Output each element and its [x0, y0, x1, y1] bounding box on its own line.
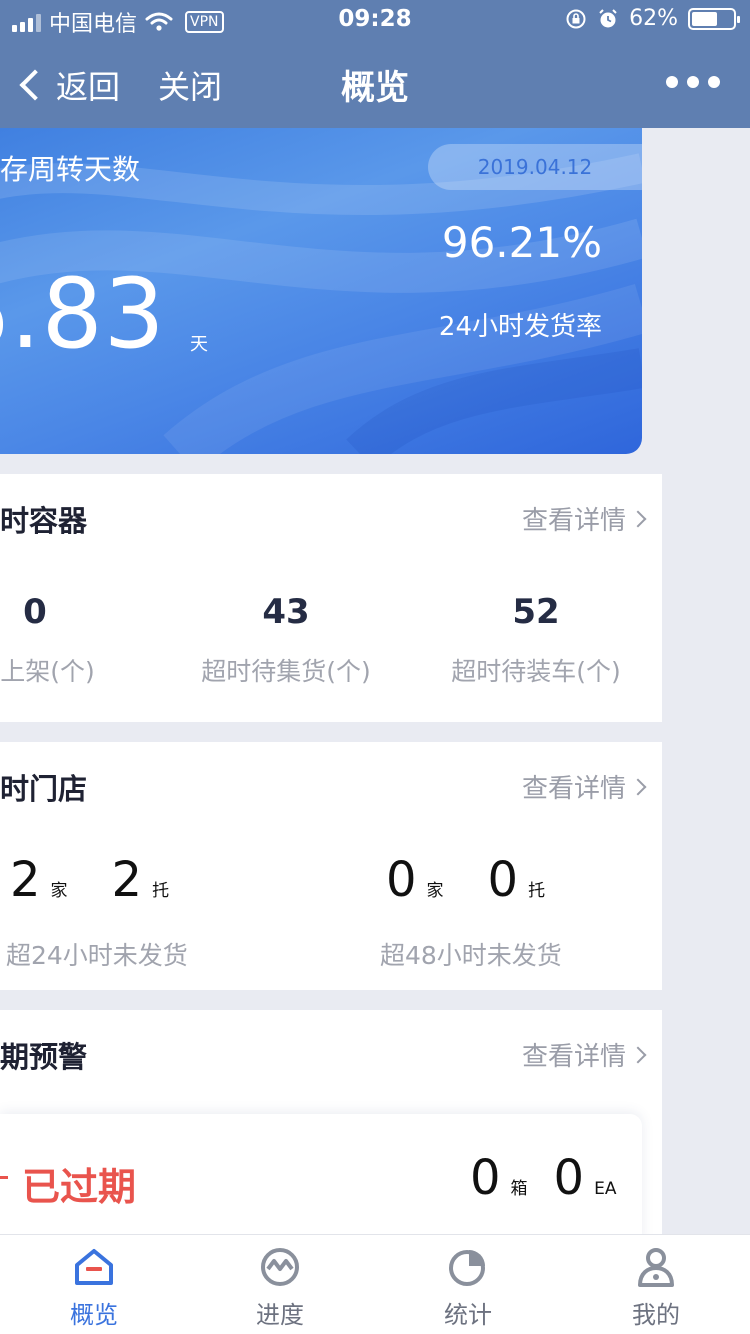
alarm-icon: [599, 8, 617, 27]
view-details-label: 查看详情: [521, 1042, 626, 1072]
tab-progress[interactable]: 进度: [220, 1247, 340, 1330]
status-bar: 中国电信 VPN 09:28 62%: [0, 0, 750, 40]
expired-marker: [0, 1176, 8, 1179]
page-title: 概览: [341, 68, 409, 108]
tab-label: 概览: [70, 1301, 118, 1329]
stat-label: 超时待集货(个): [201, 657, 371, 686]
pie-chart-icon: [449, 1250, 485, 1286]
expiry-warning-card: 期预警 查看详情 已过期 0 箱 0 EA: [0, 1010, 662, 1234]
chevron-right-icon: [629, 1046, 647, 1063]
stat-value: 43: [262, 592, 310, 632]
tab-overview[interactable]: 概览: [34, 1247, 154, 1330]
timeout-stores-card: 时门店 查看详情 2 家 2 托 超24小时未发货 0 家 0 托 超48小时未…: [0, 742, 662, 990]
stat-value: 52: [512, 592, 560, 632]
date-badge[interactable]: 2019.04.12: [428, 144, 642, 190]
ship-label-48h: 超48小时未发货: [380, 941, 562, 970]
view-details-link[interactable]: 查看详情: [521, 1036, 647, 1073]
stores-unit: 家: [50, 881, 68, 901]
shipping-rate-label: 24小时发货率: [438, 312, 602, 342]
expired-quantity: 0 箱 0 EA: [470, 1150, 616, 1206]
user-icon: [638, 1248, 674, 1287]
turnover-days-value: 6.83: [0, 258, 166, 370]
view-details-link[interactable]: 查看详情: [521, 500, 647, 537]
pallets-count: 2: [111, 852, 143, 908]
view-details-link[interactable]: 查看详情: [521, 768, 647, 805]
stores-count: 2: [10, 852, 41, 908]
tab-bar: 概览 进度 统计 我的: [0, 1234, 750, 1334]
turnover-days-unit: 天: [190, 334, 208, 355]
more-icon[interactable]: [666, 76, 720, 88]
boxes-count: 0: [470, 1150, 501, 1206]
ship-label-24h: 超24小时未发货: [6, 941, 188, 970]
expired-row[interactable]: 已过期 0 箱 0 EA: [0, 1114, 642, 1234]
ea-unit: EA: [594, 1179, 617, 1199]
ship-group-48h[interactable]: 0 家 0 托: [386, 852, 545, 908]
ship-group-24h[interactable]: 2 家 2 托: [10, 852, 169, 908]
turnover-days-label: 存周转天数: [0, 153, 141, 186]
tab-statistics[interactable]: 统计: [408, 1247, 528, 1330]
stat-label: 超时待装车(个): [451, 657, 621, 686]
stores-unit: 家: [426, 881, 444, 901]
stores-count: 0: [386, 852, 417, 908]
progress-icon: [261, 1248, 299, 1286]
card-title: 时门店: [0, 772, 88, 806]
top-bar: 中国电信 VPN 09:28 62% 返回 关闭 概览: [0, 0, 750, 128]
stat-pending-shelving[interactable]: 0 待上架(个): [0, 592, 130, 688]
shipping-rate-value: 96.21%: [441, 218, 602, 267]
tab-label: 统计: [444, 1301, 492, 1329]
navigation-bar: 返回 关闭 概览: [0, 40, 750, 128]
chevron-right-icon: [629, 510, 647, 527]
stat-label: 待上架(个): [0, 657, 95, 686]
boxes-unit: 箱: [510, 1179, 528, 1199]
timeout-containers-card: 时容器 查看详情 0 待上架(个) 43 超时待集货(个) 52 超时待装车(个…: [0, 474, 662, 722]
battery-percent: 62%: [629, 6, 678, 31]
pallets-unit: 托: [152, 881, 170, 901]
home-icon: [75, 1249, 113, 1285]
chevron-right-icon: [629, 778, 647, 795]
tab-mine[interactable]: 我的: [596, 1247, 716, 1330]
tab-label: 我的: [632, 1301, 680, 1329]
stat-timeout-collect[interactable]: 43 超时待集货(个): [186, 592, 386, 688]
pallets-count: 0: [487, 852, 519, 908]
pallets-unit: 托: [528, 881, 546, 901]
ea-count: 0: [553, 1150, 585, 1206]
stat-timeout-loading[interactable]: 52 超时待装车(个): [436, 592, 636, 688]
rotation-lock-icon: [566, 9, 586, 28]
view-details-label: 查看详情: [521, 506, 626, 536]
card-title: 期预警: [0, 1040, 88, 1074]
card-title: 时容器: [0, 504, 88, 538]
tab-label: 进度: [256, 1301, 304, 1329]
expired-label: 已过期: [22, 1165, 137, 1209]
battery-icon: [688, 7, 740, 30]
stat-value: 0: [23, 592, 47, 632]
turnover-hero-card: 存周转天数 2019.04.12 6.83 天 96.21% 24小时发货率: [0, 128, 642, 454]
view-details-label: 查看详情: [521, 774, 626, 804]
